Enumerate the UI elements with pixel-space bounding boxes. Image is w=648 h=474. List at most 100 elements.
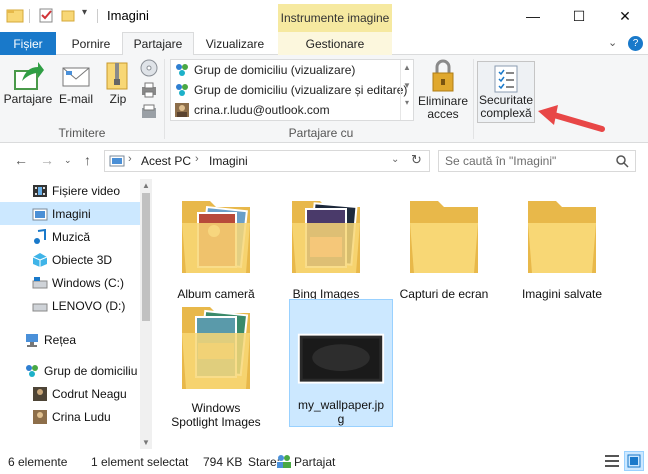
nav-item-pictures[interactable]: Imagini [0, 202, 140, 225]
forward-arrow-icon[interactable]: → [40, 152, 54, 168]
nav-pane-scrollbar[interactable]: ▲ ▼ [140, 179, 152, 449]
zip-folder-icon [106, 62, 128, 90]
close-button[interactable]: ✕ [602, 0, 648, 32]
drive-c-icon [32, 275, 48, 291]
tab-share[interactable]: Partajare [122, 32, 194, 56]
zip-label: Zip [109, 92, 127, 106]
maximize-button[interactable]: ☐ [556, 0, 602, 32]
photos-folder-icon [182, 307, 250, 389]
shared-users-icon [276, 453, 292, 472]
user-avatar-icon [32, 409, 48, 425]
pictures-folder-icon [32, 206, 48, 222]
nav-item-drive-c[interactable]: Windows (C:) [0, 271, 140, 294]
back-arrow-icon[interactable]: ← [14, 152, 28, 168]
up-arrow-icon[interactable]: ↑ [84, 152, 91, 168]
remove-access-label-2: acces [427, 107, 459, 121]
nav-item-music[interactable]: Muzică [0, 225, 140, 248]
help-icon[interactable]: ? [628, 36, 643, 51]
file-caption: my_wallpaper.jp [297, 398, 385, 412]
share-arrow-icon [14, 62, 44, 90]
scroll-up-icon[interactable]: ▲ [401, 63, 413, 72]
folder-icon [410, 201, 478, 273]
customize-qa-icon[interactable]: ▾ [82, 7, 87, 18]
item-count: 6 elemente [8, 455, 68, 469]
nav-item-network[interactable]: Rețea [0, 328, 140, 351]
file-caption: Windows [191, 401, 241, 415]
breadcrumb-this-pc[interactable]: Acest PC [141, 154, 191, 168]
share-button[interactable]: Partajare [4, 59, 52, 106]
details-view-icon[interactable] [604, 453, 620, 472]
file-item-bing-images[interactable]: Bing Images [274, 187, 378, 301]
email-button[interactable]: E-mail [54, 59, 98, 106]
scroll-thumb[interactable] [142, 193, 150, 321]
file-item-saved-pictures[interactable]: Imagini salvate [510, 187, 614, 301]
print-icon[interactable] [140, 81, 158, 102]
file-caption: Album cameră [177, 287, 255, 301]
explorer-app-icon[interactable] [6, 7, 24, 23]
search-box[interactable]: Se caută în "Imagini" [438, 150, 636, 172]
homegroup-icon [176, 64, 188, 76]
large-icons-view-icon[interactable] [624, 451, 644, 471]
share-list-scroller[interactable]: ▲ ▼ ▾ [400, 60, 413, 120]
file-caption: g [337, 412, 345, 426]
share-with-list[interactable]: Grup de domiciliu (vizualizare) Grup de … [170, 59, 414, 121]
homegroup-icon [176, 84, 188, 96]
email-icon [62, 67, 90, 87]
advanced-security-label-2: complexă [480, 106, 532, 120]
file-caption: Capturi de ecran [399, 287, 489, 301]
share-item-user[interactable]: crina.r.ludu@outlook.com [174, 101, 330, 119]
search-icon[interactable] [616, 155, 629, 168]
file-item-album-camera[interactable]: Album cameră [164, 187, 268, 301]
breadcrumb-pictures[interactable]: Imagini [209, 154, 248, 168]
tab-home[interactable]: Pornire [60, 32, 122, 55]
ribbon-separator [473, 59, 474, 139]
tab-manage[interactable]: Gestionare [278, 32, 392, 55]
3d-objects-icon [32, 252, 48, 268]
file-item-my-wallpaper[interactable]: my_wallpaper.jp g [289, 299, 393, 427]
fax-icon[interactable] [140, 103, 158, 124]
homegroup-icon [24, 363, 40, 379]
nav-item-3d-objects[interactable]: Obiecte 3D [0, 248, 140, 271]
qa-divider [29, 9, 30, 23]
nav-item-homegroup[interactable]: Grup de domiciliu [0, 359, 140, 382]
burn-disc-icon[interactable] [140, 59, 158, 80]
scroll-down-icon[interactable]: ▼ [401, 81, 413, 90]
remove-access-button[interactable]: Eliminare acces [418, 57, 468, 121]
file-list: Album cameră Bing Images Capturi de ecra… [152, 179, 648, 449]
address-sep: › [195, 153, 199, 165]
zip-button[interactable]: Zip [101, 59, 135, 106]
collapse-ribbon-icon[interactable]: ⌄ [608, 36, 617, 49]
address-bar[interactable]: › Acest PC › Imagini ⌄ ↻ [104, 150, 430, 172]
refresh-icon[interactable]: ↻ [411, 152, 422, 168]
properties-icon[interactable] [38, 7, 54, 23]
user-avatar-icon [32, 386, 48, 402]
share-item-label: Grup de domiciliu (vizualizare) [194, 63, 356, 77]
advanced-security-button[interactable]: Securitate complexă [477, 61, 535, 123]
nav-item-drive-d[interactable]: LENOVO (D:) [0, 294, 140, 317]
address-dropdown-icon[interactable]: ⌄ [391, 154, 399, 165]
tab-view[interactable]: Vizualizare [196, 32, 274, 55]
expand-list-icon[interactable]: ▾ [401, 98, 413, 107]
file-item-screenshots[interactable]: Capturi de ecran [392, 187, 496, 301]
security-list-icon [494, 65, 518, 93]
share-item-homegroup-edit[interactable]: Grup de domiciliu (vizualizare și editar… [174, 81, 407, 99]
ribbon-separator [164, 59, 165, 139]
file-item-spotlight[interactable]: Windows Spotlight Images [164, 303, 268, 429]
scroll-up-icon[interactable]: ▲ [140, 181, 152, 190]
nav-item-user-codrut[interactable]: Codrut Neagu [0, 382, 140, 405]
nav-item-user-crina[interactable]: Crina Ludu [0, 405, 140, 428]
new-folder-icon[interactable] [60, 7, 76, 23]
video-folder-icon [32, 183, 48, 199]
file-caption: Spotlight Images [171, 415, 261, 429]
photos-folder-icon [182, 201, 250, 273]
nav-item-videos[interactable]: Fișiere video [0, 179, 140, 202]
title-bar: ▾ Imagini Instrumente imagine — ☐ ✕ [0, 0, 648, 32]
search-input[interactable]: Se caută în "Imagini" [445, 154, 556, 168]
address-sep: › [128, 153, 132, 165]
minimize-button[interactable]: — [510, 0, 556, 32]
scroll-down-icon[interactable]: ▼ [140, 438, 152, 447]
annotation-arrow-icon [538, 105, 605, 132]
tab-file[interactable]: Fișier [0, 32, 56, 55]
recent-locations-icon[interactable]: ⌄ [64, 155, 72, 166]
share-item-homegroup-view[interactable]: Grup de domiciliu (vizualizare) [174, 61, 355, 79]
